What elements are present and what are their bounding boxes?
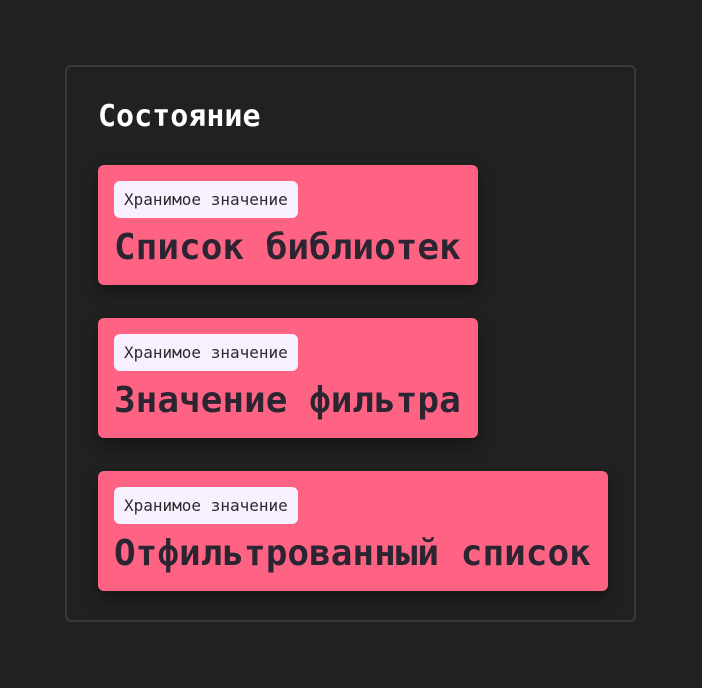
stored-value-tag: Хранимое значение bbox=[114, 487, 298, 524]
state-card-filter-value: Хранимое значение Значение фильтра bbox=[98, 318, 478, 438]
state-card-library-list: Хранимое значение Список библиотек bbox=[98, 165, 478, 285]
stored-value-tag: Хранимое значение bbox=[114, 181, 298, 218]
state-card-title: Значение фильтра bbox=[114, 380, 461, 421]
state-card-filtered-list: Хранимое значение Отфильтрованный список bbox=[98, 471, 608, 591]
state-card-title: Список библиотек bbox=[114, 227, 461, 268]
state-panel: Состояние Хранимое значение Список библи… bbox=[65, 65, 636, 622]
state-card-title: Отфильтрованный список bbox=[114, 533, 591, 574]
stored-value-tag: Хранимое значение bbox=[114, 334, 298, 371]
panel-title: Состояние bbox=[98, 99, 261, 134]
